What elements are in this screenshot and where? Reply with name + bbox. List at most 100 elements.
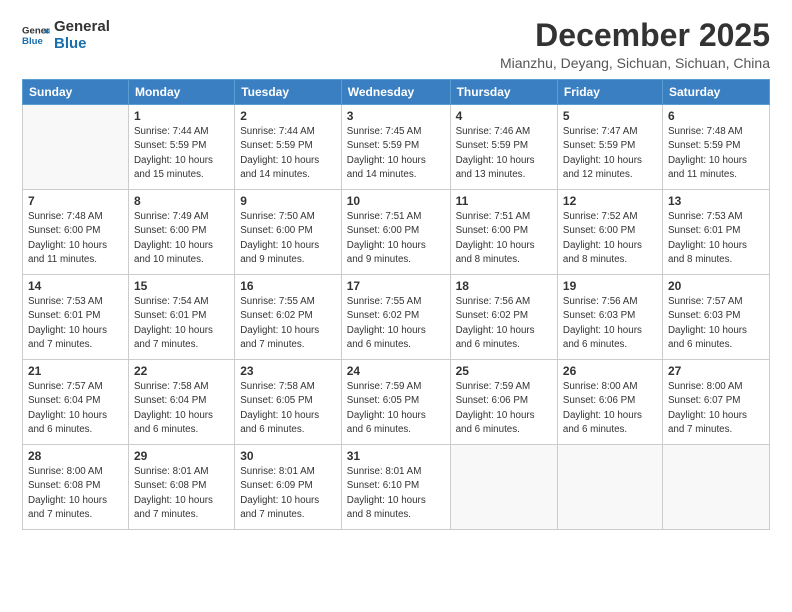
day-cell: 26 Sunrise: 8:00 AM Sunset: 6:06 PM Dayli… [557,360,662,445]
day-info: Sunrise: 7:53 AM Sunset: 6:01 PM Dayligh… [28,295,123,352]
day-info: Sunrise: 7:47 AM Sunset: 5:59 PM Dayligh… [563,125,657,182]
day-cell: 15Sunrise: 7:54 AM Sunset: 6:01 PM Dayli… [128,275,234,360]
day-info: Sunrise: 8:01 AM Sunset: 6:09 PM Dayligh… [240,465,336,522]
day-number: 17 [347,279,445,293]
day-info: Sunrise: 7:51 AM Sunset: 6:00 PM Dayligh… [347,210,445,267]
day-number: 27 [668,364,764,378]
day-number: 29 [134,449,229,463]
day-cell [450,445,557,530]
day-info: Sunrise: 7:59 AM Sunset: 6:05 PM Dayligh… [347,380,445,437]
week-row-2: 7Sunrise: 7:48 AM Sunset: 6:00 PM Daylig… [23,190,770,275]
day-number: 6 [668,109,764,123]
day-info: Sunrise: 7:57 AM Sunset: 6:04 PM Dayligh… [28,380,123,437]
day-info: Sunrise: 7:54 AM Sunset: 6:01 PM Dayligh… [134,295,229,352]
logo-blue: Blue [54,35,110,52]
svg-text:Blue: Blue [22,36,43,47]
weekday-saturday: Saturday [662,80,769,105]
day-info: Sunrise: 7:44 AM Sunset: 5:59 PM Dayligh… [240,125,336,182]
weekday-monday: Monday [128,80,234,105]
day-number: 11 [456,194,552,208]
day-cell: 17 Sunrise: 7:55 AM Sunset: 6:02 PM Dayli… [341,275,450,360]
month-title: December 2025 [500,18,770,53]
day-cell: 20 Sunrise: 7:57 AM Sunset: 6:03 PM Dayli… [662,275,769,360]
day-number: 7 [28,194,123,208]
header: General Blue General Blue December 2025 … [22,18,770,71]
day-info: Sunrise: 7:51 AM Sunset: 6:00 PM Dayligh… [456,210,552,267]
day-cell: 14 Sunrise: 7:53 AM Sunset: 6:01 PM Dayli… [23,275,129,360]
day-cell: 29 Sunrise: 8:01 AM Sunset: 6:08 PM Dayli… [128,445,234,530]
day-cell: 19Sunrise: 7:56 AM Sunset: 6:03 PM Dayli… [557,275,662,360]
day-number: 21 [28,364,123,378]
day-cell: 8 Sunrise: 7:49 AM Sunset: 6:00 PM Daylig… [128,190,234,275]
day-info: Sunrise: 8:01 AM Sunset: 6:10 PM Dayligh… [347,465,445,522]
day-info: Sunrise: 8:01 AM Sunset: 6:08 PM Dayligh… [134,465,229,522]
title-block: December 2025 Mianzhu, Deyang, Sichuan, … [500,18,770,71]
day-info: Sunrise: 7:49 AM Sunset: 6:00 PM Dayligh… [134,210,229,267]
weekday-sunday: Sunday [23,80,129,105]
day-number: 2 [240,109,336,123]
day-cell: 22 Sunrise: 7:58 AM Sunset: 6:04 PM Dayli… [128,360,234,445]
day-info: Sunrise: 7:55 AM Sunset: 6:02 PM Dayligh… [347,295,445,352]
day-number: 10 [347,194,445,208]
day-number: 30 [240,449,336,463]
day-info: Sunrise: 7:58 AM Sunset: 6:05 PM Dayligh… [240,380,336,437]
day-cell: 10 Sunrise: 7:51 AM Sunset: 6:00 PM Dayli… [341,190,450,275]
day-cell [557,445,662,530]
logo-icon: General Blue [22,21,50,49]
day-number: 28 [28,449,123,463]
location: Mianzhu, Deyang, Sichuan, Sichuan, China [500,55,770,71]
day-cell: 31 Sunrise: 8:01 AM Sunset: 6:10 PM Dayli… [341,445,450,530]
day-info: Sunrise: 7:46 AM Sunset: 5:59 PM Dayligh… [456,125,552,182]
day-number: 12 [563,194,657,208]
day-cell: 30 Sunrise: 8:01 AM Sunset: 6:09 PM Dayli… [235,445,342,530]
weekday-thursday: Thursday [450,80,557,105]
day-info: Sunrise: 7:57 AM Sunset: 6:03 PM Dayligh… [668,295,764,352]
day-cell: 24 Sunrise: 7:59 AM Sunset: 6:05 PM Dayli… [341,360,450,445]
day-number: 18 [456,279,552,293]
week-row-3: 14 Sunrise: 7:53 AM Sunset: 6:01 PM Dayli… [23,275,770,360]
day-info: Sunrise: 7:44 AM Sunset: 5:59 PM Dayligh… [134,125,229,182]
day-cell: 25 Sunrise: 7:59 AM Sunset: 6:06 PM Dayli… [450,360,557,445]
day-info: Sunrise: 8:00 AM Sunset: 6:08 PM Dayligh… [28,465,123,522]
day-number: 4 [456,109,552,123]
day-info: Sunrise: 8:00 AM Sunset: 6:06 PM Dayligh… [563,380,657,437]
day-cell: 21 Sunrise: 7:57 AM Sunset: 6:04 PM Dayli… [23,360,129,445]
day-cell: 6 Sunrise: 7:48 AM Sunset: 5:59 PM Daylig… [662,105,769,190]
day-number: 31 [347,449,445,463]
calendar-table: SundayMondayTuesdayWednesdayThursdayFrid… [22,79,770,530]
day-info: Sunrise: 7:48 AM Sunset: 5:59 PM Dayligh… [668,125,764,182]
day-number: 24 [347,364,445,378]
day-cell [23,105,129,190]
day-info: Sunrise: 7:58 AM Sunset: 6:04 PM Dayligh… [134,380,229,437]
day-info: Sunrise: 7:56 AM Sunset: 6:03 PM Dayligh… [563,295,657,352]
logo-general: General [54,18,110,35]
day-number: 23 [240,364,336,378]
day-info: Sunrise: 8:00 AM Sunset: 6:07 PM Dayligh… [668,380,764,437]
day-cell: 4 Sunrise: 7:46 AM Sunset: 5:59 PM Daylig… [450,105,557,190]
day-number: 5 [563,109,657,123]
day-info: Sunrise: 7:53 AM Sunset: 6:01 PM Dayligh… [668,210,764,267]
day-number: 26 [563,364,657,378]
day-cell: 2 Sunrise: 7:44 AM Sunset: 5:59 PM Daylig… [235,105,342,190]
day-cell: 18Sunrise: 7:56 AM Sunset: 6:02 PM Dayli… [450,275,557,360]
day-number: 22 [134,364,229,378]
day-cell: 16Sunrise: 7:55 AM Sunset: 6:02 PM Dayli… [235,275,342,360]
day-number: 14 [28,279,123,293]
day-cell: 7Sunrise: 7:48 AM Sunset: 6:00 PM Daylig… [23,190,129,275]
day-cell: 12 Sunrise: 7:52 AM Sunset: 6:00 PM Dayli… [557,190,662,275]
day-number: 3 [347,109,445,123]
weekday-header-row: SundayMondayTuesdayWednesdayThursdayFrid… [23,80,770,105]
day-info: Sunrise: 7:52 AM Sunset: 6:00 PM Dayligh… [563,210,657,267]
week-row-1: 1Sunrise: 7:44 AM Sunset: 5:59 PM Daylig… [23,105,770,190]
day-number: 16 [240,279,336,293]
day-info: Sunrise: 7:59 AM Sunset: 6:06 PM Dayligh… [456,380,552,437]
day-number: 8 [134,194,229,208]
day-number: 25 [456,364,552,378]
weekday-wednesday: Wednesday [341,80,450,105]
day-cell: 23 Sunrise: 7:58 AM Sunset: 6:05 PM Dayli… [235,360,342,445]
day-number: 9 [240,194,336,208]
calendar-page: General Blue General Blue December 2025 … [0,0,792,612]
day-info: Sunrise: 7:50 AM Sunset: 6:00 PM Dayligh… [240,210,336,267]
day-cell: 27 Sunrise: 8:00 AM Sunset: 6:07 PM Dayli… [662,360,769,445]
day-number: 20 [668,279,764,293]
